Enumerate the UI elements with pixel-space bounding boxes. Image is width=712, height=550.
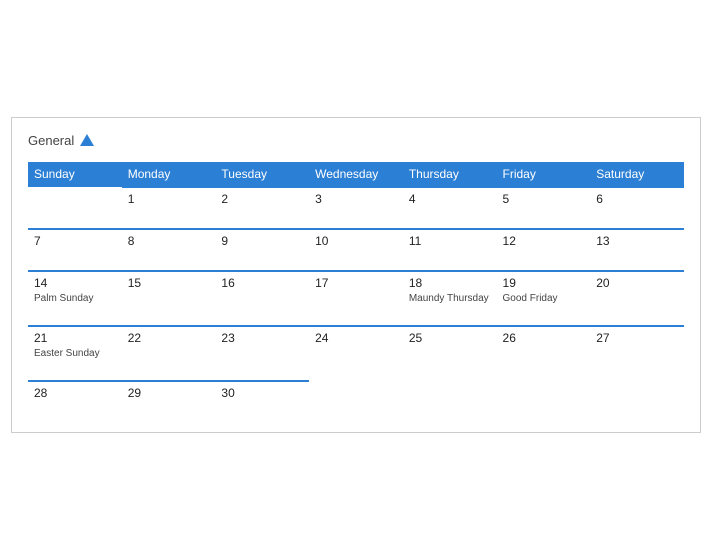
- calendar-cell: 3: [309, 187, 403, 229]
- calendar-cell: 28: [28, 381, 122, 422]
- week-row-3: 21 Easter Sunday 22 23 24 25 26 27: [28, 326, 684, 381]
- calendar-cell: 2: [215, 187, 309, 229]
- calendar-grid: SundayMondayTuesdayWednesdayThursdayFrid…: [28, 162, 684, 422]
- weekday-header-friday: Friday: [497, 162, 591, 187]
- day-number: 26: [503, 331, 585, 345]
- day-number: 18: [409, 276, 491, 290]
- day-number: 28: [34, 386, 116, 400]
- day-number: 1: [128, 192, 210, 206]
- calendar-cell: 6: [590, 187, 684, 229]
- calendar-cell: 29: [122, 381, 216, 422]
- day-number: 22: [128, 331, 210, 345]
- holiday-label: Easter Sunday: [34, 347, 116, 360]
- day-number: 15: [128, 276, 210, 290]
- calendar-cell: 12: [497, 229, 591, 271]
- weekday-header-saturday: Saturday: [590, 162, 684, 187]
- day-number: 12: [503, 234, 585, 248]
- day-number: 23: [221, 331, 303, 345]
- holiday-label: Good Friday: [503, 292, 585, 305]
- calendar-cell: 20: [590, 271, 684, 326]
- calendar-cell: [590, 381, 684, 422]
- day-number: 29: [128, 386, 210, 400]
- weekday-header-sunday: Sunday: [28, 162, 122, 187]
- day-number: 30: [221, 386, 303, 400]
- day-number: 4: [409, 192, 491, 206]
- logo-triangle-icon: [80, 134, 94, 146]
- calendar-cell: 17: [309, 271, 403, 326]
- calendar-cell: 30: [215, 381, 309, 422]
- weekday-header-monday: Monday: [122, 162, 216, 187]
- calendar-cell: 24: [309, 326, 403, 381]
- calendar-cell: 25: [403, 326, 497, 381]
- calendar-cell: [403, 381, 497, 422]
- calendar-tbody: 1234567891011121314Palm Sunday15161718Ma…: [28, 187, 684, 422]
- calendar-cell: 1: [122, 187, 216, 229]
- day-number: 25: [409, 331, 491, 345]
- calendar-cell: 13: [590, 229, 684, 271]
- week-row-2: 14 Palm Sunday 15 16 17 18 Maundy Thursday 19 Go…: [28, 271, 684, 326]
- day-number: 9: [221, 234, 303, 248]
- logo: General: [28, 134, 94, 148]
- calendar-thead: SundayMondayTuesdayWednesdayThursdayFrid…: [28, 162, 684, 187]
- calendar-cell: 23: [215, 326, 309, 381]
- calendar-cell: 15: [122, 271, 216, 326]
- day-number: 21: [34, 331, 116, 345]
- week-row-1: 789 10 11 12 13: [28, 229, 684, 271]
- day-number: 27: [596, 331, 678, 345]
- calendar-header: General: [28, 134, 684, 148]
- calendar-cell: 9: [215, 229, 309, 271]
- calendar-cell: 10: [309, 229, 403, 271]
- calendar-cell: [309, 381, 403, 422]
- day-number: 3: [315, 192, 397, 206]
- calendar-cell: 4: [403, 187, 497, 229]
- day-number: 7: [34, 234, 116, 248]
- day-number: 11: [409, 234, 491, 248]
- calendar-cell: [28, 187, 122, 229]
- calendar-cell: 27: [590, 326, 684, 381]
- day-number: 19: [503, 276, 585, 290]
- calendar-cell: 22: [122, 326, 216, 381]
- calendar-cell: 14 Palm Sunday: [28, 271, 122, 326]
- calendar-cell: 11: [403, 229, 497, 271]
- day-number: 20: [596, 276, 678, 290]
- day-number: 16: [221, 276, 303, 290]
- weekday-header-row: SundayMondayTuesdayWednesdayThursdayFrid…: [28, 162, 684, 187]
- day-number: 13: [596, 234, 678, 248]
- day-number: 10: [315, 234, 397, 248]
- weekday-header-tuesday: Tuesday: [215, 162, 309, 187]
- calendar-cell: 21 Easter Sunday: [28, 326, 122, 381]
- holiday-label: Maundy Thursday: [409, 292, 491, 305]
- day-number: 5: [503, 192, 585, 206]
- weekday-header-thursday: Thursday: [403, 162, 497, 187]
- day-number: 8: [128, 234, 210, 248]
- calendar-cell: 8: [122, 229, 216, 271]
- calendar-cell: 16: [215, 271, 309, 326]
- day-number: 17: [315, 276, 397, 290]
- calendar-cell: 18 Maundy Thursday: [403, 271, 497, 326]
- weekday-header-wednesday: Wednesday: [309, 162, 403, 187]
- calendar-cell: 19 Good Friday: [497, 271, 591, 326]
- week-row-0: 123456: [28, 187, 684, 229]
- week-row-4: 28 29 30: [28, 381, 684, 422]
- day-number: 6: [596, 192, 678, 206]
- day-number: 14: [34, 276, 116, 290]
- holiday-label: Palm Sunday: [34, 292, 116, 305]
- calendar-cell: 5: [497, 187, 591, 229]
- day-number: 2: [221, 192, 303, 206]
- day-number: 24: [315, 331, 397, 345]
- calendar-cell: 7: [28, 229, 122, 271]
- calendar-cell: 26: [497, 326, 591, 381]
- logo-general-text: General: [28, 134, 94, 148]
- calendar-container: General SundayMondayTuesdayWednesdayThur…: [11, 117, 701, 433]
- calendar-cell: [497, 381, 591, 422]
